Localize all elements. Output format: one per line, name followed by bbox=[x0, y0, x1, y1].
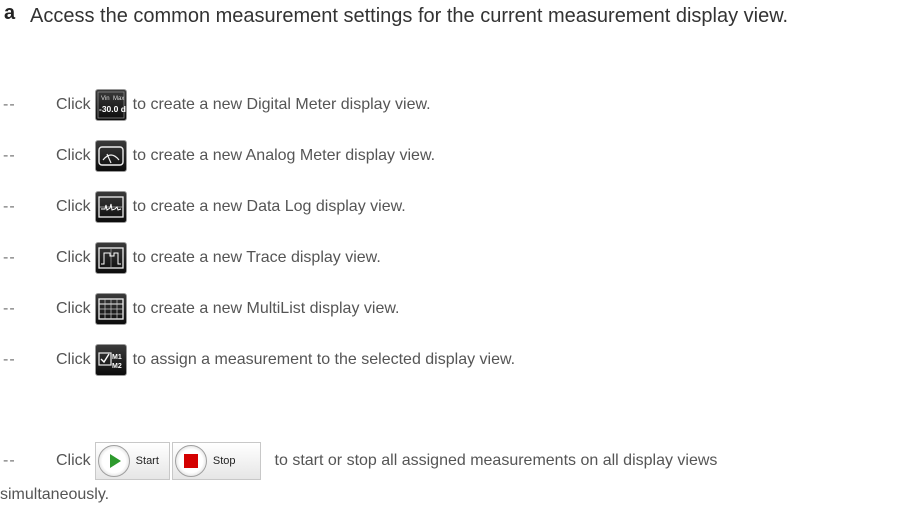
click-word: Click bbox=[56, 452, 91, 469]
click-word: Click bbox=[56, 351, 91, 368]
analog-meter-icon[interactable] bbox=[94, 140, 127, 172]
start-label: Start bbox=[135, 455, 159, 467]
list-item: -- Click Start Stop to start or stop all… bbox=[0, 441, 717, 481]
dash: -- bbox=[3, 300, 16, 317]
step-text: Access the common measurement settings f… bbox=[30, 5, 789, 27]
dash: -- bbox=[3, 249, 16, 266]
start-button[interactable]: Start bbox=[94, 442, 170, 480]
icon-text-m1: M1 bbox=[112, 354, 122, 361]
item-description: to create a new Digital Meter display vi… bbox=[132, 96, 431, 113]
digital-meter-icon[interactable]: Vin Max -30.0 dB bbox=[94, 89, 127, 121]
item-description: to assign a measurement to the selected … bbox=[132, 351, 516, 368]
trace-icon[interactable] bbox=[94, 242, 127, 274]
item-description: to create a new Data Log display view. bbox=[132, 198, 406, 215]
dash: -- bbox=[3, 351, 16, 368]
data-log-icon[interactable] bbox=[94, 191, 127, 223]
stop-icon bbox=[174, 445, 207, 477]
list-item: -- Click M1 M2 to assign a measurement t… bbox=[0, 343, 515, 377]
list-item: -- Click to create a new Data Log displa… bbox=[0, 190, 406, 224]
item-description: to create a new MultiList display view. bbox=[132, 300, 400, 317]
list-item: -- Click to create a new MultiList displ… bbox=[0, 292, 399, 326]
list-item: -- Click to create a new Trace display v… bbox=[0, 241, 381, 275]
stop-label: Stop bbox=[212, 455, 236, 467]
click-word: Click bbox=[56, 198, 91, 215]
icon-text-value: -30.0 dB bbox=[99, 104, 126, 114]
click-word: Click bbox=[56, 249, 91, 266]
item-description-continued: simultaneously. bbox=[0, 486, 110, 503]
dash: -- bbox=[3, 452, 16, 469]
icon-text-max: Max bbox=[113, 96, 124, 102]
item-description: to create a new Trace display view. bbox=[132, 249, 381, 266]
dash: -- bbox=[3, 147, 16, 164]
item-description: to start or stop all assigned measuremen… bbox=[274, 452, 718, 469]
item-description: to create a new Analog Meter display vie… bbox=[132, 147, 436, 164]
dash: -- bbox=[3, 198, 16, 215]
icon-text-vin: Vin bbox=[101, 96, 110, 102]
click-word: Click bbox=[56, 96, 91, 113]
step-letter: a bbox=[4, 2, 16, 24]
play-icon bbox=[97, 445, 130, 477]
click-word: Click bbox=[56, 147, 91, 164]
list-item: -- Click to create a new Analog Meter di… bbox=[0, 139, 435, 173]
click-word: Click bbox=[56, 300, 91, 317]
stop-button[interactable]: Stop bbox=[171, 442, 261, 480]
icon-text-m2: M2 bbox=[112, 363, 122, 370]
list-item: -- Click Vin Max -30.0 dB to create a ne… bbox=[0, 88, 431, 122]
assign-measurement-icon[interactable]: M1 M2 bbox=[94, 344, 127, 376]
dash: -- bbox=[3, 96, 16, 113]
multilist-icon[interactable] bbox=[94, 293, 127, 325]
